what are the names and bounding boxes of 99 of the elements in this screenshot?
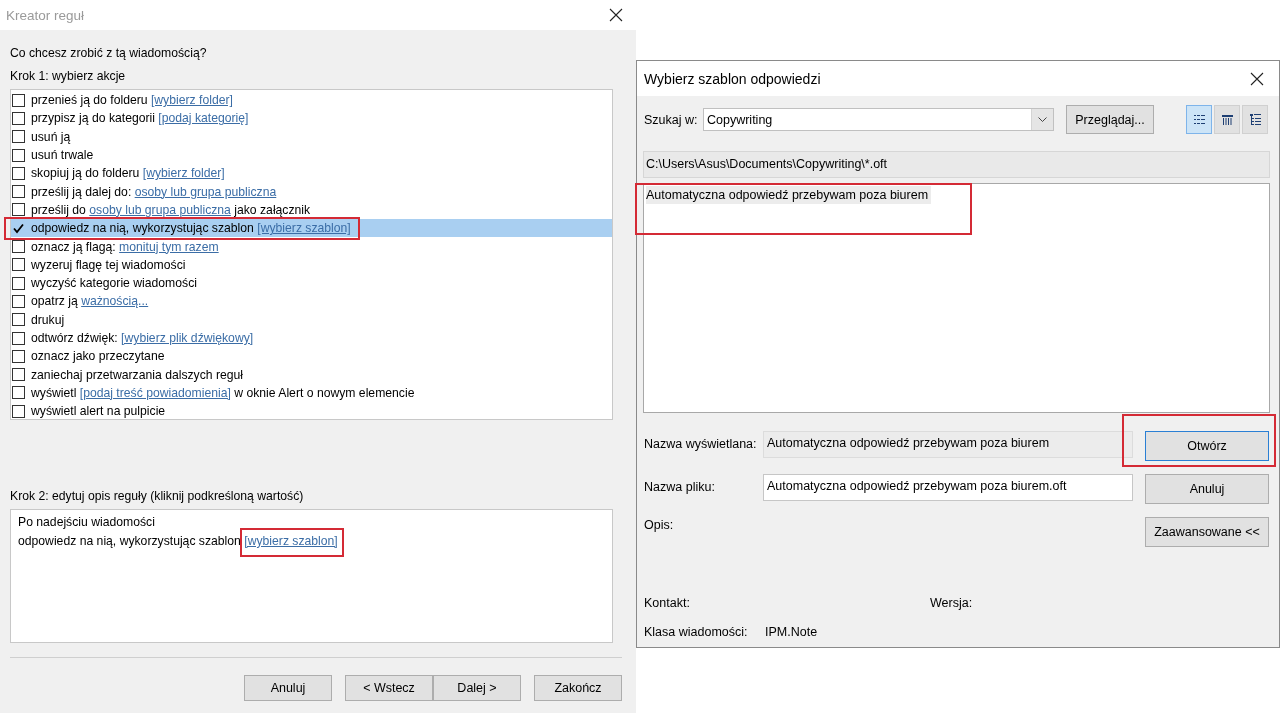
action-row[interactable]: oznacz jako przeczytane <box>11 347 612 366</box>
checkbox[interactable] <box>12 368 25 382</box>
action-row[interactable]: opatrz ją ważnością... <box>11 292 612 311</box>
checkbox[interactable] <box>12 130 25 144</box>
checkbox[interactable] <box>12 313 25 327</box>
step-label: Krok 2: edytuj opis reguły (kliknij podkreśloną wartość) <box>10 488 305 504</box>
placeholder-link[interactable]: [wybierz folder] <box>142 166 225 181</box>
action-label: zaniechaj przetwarzania dalszych reguł <box>31 366 244 384</box>
open-button[interactable]: Otwórz <box>1145 431 1269 461</box>
close-icon[interactable] <box>609 8 623 22</box>
action-row[interactable]: prześlij do osoby lub grupa publiczna jako załącznik <box>11 200 612 220</box>
action-row[interactable]: usuń trwale <box>11 145 612 165</box>
action-label: drukuj <box>31 311 65 329</box>
placeholder-link[interactable]: osoby lub grupa publiczna <box>134 184 277 199</box>
close-icon[interactable] <box>1250 71 1264 86</box>
action-label: wyświetl [podaj treść powiadomienia] w oknie Alert o nowym elemencie <box>31 384 415 402</box>
advanced-button[interactable]: Zaawansowane << <box>1145 517 1269 547</box>
action-row[interactable]: drukuj <box>11 310 612 329</box>
view-button[interactable] <box>1214 105 1240 134</box>
checkbox[interactable] <box>12 148 25 162</box>
action-row[interactable]: przypisz ją do kategorii [podaj kategorię] <box>11 109 612 128</box>
view-button[interactable] <box>1186 105 1212 134</box>
action-label: odpowiedz na nią, wykorzystując szablon [wybierz szablon] <box>31 220 351 238</box>
description-text: odpowiedz na nią, wykorzystując szablon [wybierz szablon] <box>18 534 338 548</box>
back-button[interactable]: < Wstecz <box>345 675 433 701</box>
placeholder-link[interactable]: [wybierz folder] <box>150 93 233 108</box>
action-label: wyświetl alert na pulpicie <box>31 403 166 421</box>
checkbox[interactable] <box>12 240 25 253</box>
field-label: Nazwa pliku: <box>643 479 716 496</box>
cancel-button[interactable]: Anuluj <box>244 675 332 701</box>
action-row[interactable]: oznacz ją flagą: monituj tym razem <box>11 237 612 256</box>
action-row[interactable]: przenieś ją do folderu [wybierz folder] <box>11 91 612 110</box>
action-label: usuń trwale <box>31 147 94 165</box>
action-row[interactable]: zaniechaj przetwarzania dalszych reguł <box>11 365 612 384</box>
placeholder-link[interactable]: [wybierz plik dźwiękowy] <box>121 331 254 345</box>
placeholder-link[interactable]: osoby lub grupa publiczna <box>89 202 231 217</box>
action-row[interactable]: wyzeruj flagę tej wiadomości <box>11 255 612 274</box>
view-button[interactable] <box>1242 105 1268 134</box>
text-field: Automatyczna odpowiedź przebywam poza biurem <box>763 431 1133 458</box>
template-item[interactable]: Automatyczna odpowiedź przebywam poza biurem <box>646 186 932 204</box>
window-title: Kreator reguł <box>6 7 85 23</box>
description-text: Po nadejściu wiadomości <box>18 515 155 529</box>
prompt-text: Co chcesz zrobić z tą wiadomością? <box>10 45 208 61</box>
checkbox[interactable] <box>12 185 25 199</box>
checkbox[interactable] <box>12 203 25 217</box>
action-label: odtwórz dźwięk: [wybierz plik dźwiękowy] <box>31 330 254 347</box>
checkbox[interactable] <box>12 111 25 125</box>
field-label: Nazwa wyświetlana: <box>643 436 758 453</box>
action-row[interactable]: prześlij ją dalej do: osoby lub grupa publiczna <box>11 182 612 201</box>
text-field[interactable]: Automatyczna odpowiedź przebywam poza biurem.oft <box>763 474 1133 501</box>
cancel-button[interactable]: Anuluj <box>1145 474 1269 504</box>
checkbox[interactable] <box>12 349 25 363</box>
step-label: Krok 1: wybierz akcje <box>10 68 127 84</box>
next-button[interactable]: Dalej > <box>433 675 521 701</box>
placeholder-link[interactable]: [wybierz szablon] <box>244 534 338 548</box>
checkbox[interactable] <box>12 93 25 107</box>
property-label: Wersja: <box>929 595 974 611</box>
list-icon <box>1193 115 1205 124</box>
checkbox[interactable] <box>12 404 25 418</box>
checkbox[interactable] <box>12 386 25 400</box>
checkbox[interactable] <box>12 294 25 308</box>
action-row[interactable]: wyczyść kategorie wiadomości <box>11 273 612 293</box>
action-row[interactable]: skopiuj ją do folderu [wybierz folder] <box>11 164 612 183</box>
window-title: Wybierz szablon odpowiedzi <box>644 70 821 87</box>
folder-dropdown[interactable]: Copywriting <box>703 108 1054 131</box>
action-label: usuń ją <box>31 128 71 146</box>
field-label: Szukaj w: <box>643 112 699 127</box>
placeholder-link[interactable]: [podaj kategorię] <box>158 111 249 126</box>
checkbox[interactable] <box>12 258 25 272</box>
action-label: prześlij do osoby lub grupa publiczna jako załącznik <box>31 201 311 219</box>
action-label: wyzeruj flagę tej wiadomości <box>31 256 186 274</box>
action-label: skopiuj ją do folderu [wybierz folder] <box>31 165 225 183</box>
path-field: C:\Users\Asus\Documents\Copywriting\*.oft <box>643 151 1270 178</box>
placeholder-link[interactable]: [podaj treść powiadomienia] <box>79 385 231 400</box>
checkbox[interactable] <box>12 276 25 290</box>
action-row[interactable]: usuń ją <box>11 127 612 146</box>
action-label: oznacz ją flagą: monituj tym razem <box>31 238 219 256</box>
checkbox[interactable] <box>12 331 25 345</box>
action-label: wyczyść kategorie wiadomości <box>31 275 197 293</box>
action-label: przypisz ją do kategorii [podaj kategorię] <box>31 110 249 128</box>
property-label: Klasa wiadomości: <box>643 624 749 640</box>
columns-icon <box>1221 114 1233 125</box>
browse-button[interactable]: Przeglądaj... <box>1066 105 1154 134</box>
action-row[interactable]: odtwórz dźwięk: [wybierz plik dźwiękowy] <box>11 328 612 348</box>
action-label: prześlij ją dalej do: osoby lub grupa publiczna <box>31 183 277 201</box>
checkbox[interactable] <box>12 166 25 180</box>
finish-button[interactable]: Zakończ <box>534 675 622 701</box>
property-value: IPM.Note <box>765 624 818 640</box>
placeholder-link[interactable]: monituj tym razem <box>119 239 219 254</box>
tree-list-icon <box>1249 114 1261 125</box>
action-row[interactable]: wyświetl alert na pulpicie <box>11 402 612 421</box>
action-row[interactable]: wyświetl [podaj treść powiadomienia] w oknie Alert o nowym elemencie <box>11 383 612 403</box>
action-label: oznacz jako przeczytane <box>31 348 165 366</box>
action-label: przenieś ją do folderu [wybierz folder] <box>31 92 233 110</box>
field-label: Opis: <box>643 517 675 533</box>
action-label: opatrz ją ważnością... <box>31 293 149 311</box>
placeholder-link[interactable]: ważnością... <box>81 294 149 309</box>
checkmark-icon <box>13 222 24 234</box>
property-label: Kontakt: <box>643 595 691 611</box>
